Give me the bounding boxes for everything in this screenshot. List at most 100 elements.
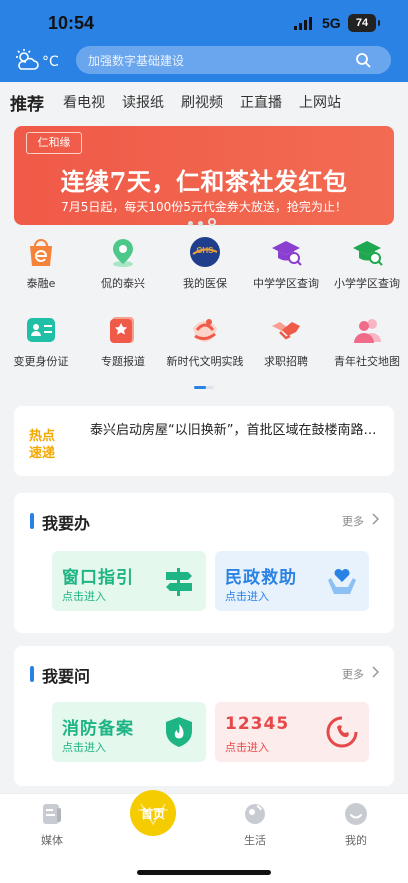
banner-headline: 连续7天，仁和茶社发红包 [60, 167, 348, 196]
profile-icon [345, 803, 367, 825]
weather-unit: °C [42, 54, 59, 70]
search-placeholder: 加强数字基础建设 [88, 54, 185, 68]
banner-logo: 仁和缘 [26, 132, 82, 154]
tab-newspaper[interactable]: 读报纸 [122, 92, 164, 112]
hot-news-card[interactable]: 热点 速递 泰兴启动房屋“以旧换新”，首批区域在鼓楼南路… [14, 406, 394, 476]
hot-tag-line2: 速递 [29, 445, 55, 460]
chevron-right-icon[interactable] [370, 666, 380, 678]
section-services: 我要办 更多 窗口指引 点击进入 民政救助 点击进入 [14, 493, 394, 633]
signal-icon [294, 17, 312, 30]
grid-item-youth-social-map[interactable]: 青年社交地图 [326, 310, 408, 380]
weather-widget[interactable]: °C [14, 48, 64, 74]
grid-item-middle-school-district[interactable]: 中学学区查询 [245, 232, 327, 302]
location-pin-icon [113, 239, 133, 267]
grid-label: 小学学区查询 [334, 277, 400, 290]
graduation-cap-search-icon [272, 241, 302, 266]
hot-news-text: 泰兴启动房屋“以旧换新”，首批区域在鼓楼南路… [90, 423, 377, 438]
chevron-right-icon[interactable] [370, 513, 380, 525]
bag-e-icon [30, 239, 52, 266]
star-bookmark-icon [110, 317, 134, 343]
fire-shield-icon [166, 717, 192, 747]
banner-dot [198, 221, 203, 226]
nav-profile[interactable]: 我的 [326, 802, 386, 848]
more-link[interactable]: 更多 [342, 513, 364, 529]
grid-item-civilization-practice[interactable]: 新时代文明实践 [164, 310, 246, 380]
nav-life[interactable]: 生活 [225, 802, 285, 848]
heart-hands-icon [328, 568, 356, 594]
grid-item-primary-school-district[interactable]: 小学学区查询 [326, 232, 408, 302]
grid-label: 侃的泰兴 [101, 277, 145, 290]
media-icon [43, 804, 61, 824]
tab-live[interactable]: 正直播 [240, 92, 282, 112]
card-title: 民政救助 [225, 568, 297, 588]
section-inquiries: 我要问 更多 消防备案 点击进入 12345 点击进入 [14, 646, 394, 786]
nav-label: 生活 [244, 834, 266, 847]
hot-news-tag-icon: 热点 速递 [29, 428, 55, 460]
card-subtitle: 点击进入 [62, 741, 106, 754]
banner-dot-current [208, 218, 216, 226]
grid-page-indicator-active [194, 386, 206, 389]
card-subtitle: 点击进入 [225, 741, 269, 754]
card-title: 消防备案 [62, 719, 134, 739]
grid-item-job-hiring[interactable]: 求职招聘 [245, 310, 327, 380]
status-time: 10:54 [48, 13, 95, 33]
grid-item-special-report[interactable]: 专题报道 [82, 310, 164, 380]
people-icon [354, 319, 381, 343]
section-accent-bar [30, 666, 34, 682]
civilization-practice-icon [193, 319, 217, 342]
hot-tag-line1: 热点 [29, 428, 55, 444]
card-subtitle: 点击进入 [225, 590, 269, 603]
grid-item-change-id[interactable]: 变更身份证 [0, 310, 82, 380]
tab-video[interactable]: 刷视频 [181, 92, 223, 112]
section-title: 我要问 [42, 667, 91, 686]
search-bar[interactable]: 加强数字基础建设 [76, 46, 391, 74]
home-indicator [137, 870, 271, 875]
nav-label: 首页 [140, 807, 165, 821]
network-type: 5G [322, 15, 341, 31]
service-grid: 泰融e 侃的泰兴 CHS 我的医保 中学学区查询 小学学区查询 变更身份证 专题… [0, 232, 408, 392]
hotline-12345-icon [326, 716, 358, 748]
card-title: 窗口指引 [62, 568, 134, 588]
grid-label: 泰融e [26, 277, 56, 290]
handshake-icon [272, 322, 300, 340]
life-icon [245, 804, 265, 824]
grid-label: 专题报道 [101, 355, 145, 368]
grid-label: 新时代文明实践 [166, 355, 244, 368]
card-subtitle: 点击进入 [62, 590, 106, 603]
svg-text:CHS: CHS [197, 246, 215, 255]
grid-item-medical-insurance[interactable]: CHS 我的医保 [164, 232, 246, 302]
tab-website[interactable]: 上网站 [299, 92, 341, 112]
battery-icon: 74 [348, 14, 380, 32]
nav-label: 媒体 [41, 834, 63, 847]
card-title: 12345 [225, 714, 290, 734]
grid-label: 中学学区查询 [253, 277, 319, 290]
grid-label: 变更身份证 [13, 355, 69, 368]
grid-item-tairong[interactable]: 泰融e [0, 232, 82, 302]
search-icon[interactable] [355, 52, 371, 68]
card-window-guide[interactable]: 窗口指引 点击进入 [52, 551, 206, 611]
tab-recommend[interactable]: 推荐 [10, 90, 44, 115]
card-fire-filing[interactable]: 消防备案 点击进入 [52, 702, 206, 762]
banner-pagination [188, 211, 228, 226]
id-card-icon [27, 318, 55, 342]
banner-dot [188, 221, 193, 226]
section-accent-bar [30, 513, 34, 529]
weather-cloud-sun-icon [16, 49, 39, 70]
grid-label: 青年社交地图 [334, 355, 400, 368]
tab-tv[interactable]: 看电视 [63, 92, 105, 112]
nav-media[interactable]: 媒体 [22, 802, 82, 848]
card-hotline-12345[interactable]: 12345 点击进入 [215, 702, 369, 762]
more-link[interactable]: 更多 [342, 666, 364, 682]
nav-label: 我的 [345, 834, 367, 847]
chs-medical-insurance-icon: CHS [190, 237, 220, 267]
status-bar: 10:54 5G 74 [0, 0, 408, 44]
graduation-cap-search-icon [353, 241, 383, 266]
nav-home[interactable]: 首页 [130, 790, 176, 836]
section-title: 我要办 [42, 514, 91, 533]
grid-item-taixing[interactable]: 侃的泰兴 [82, 232, 164, 302]
card-civil-assistance[interactable]: 民政救助 点击进入 [215, 551, 369, 611]
grid-label: 求职招聘 [264, 355, 308, 368]
grid-page-indicator [194, 386, 214, 389]
grid-label: 我的医保 [183, 277, 227, 290]
signpost-icon [166, 568, 192, 596]
